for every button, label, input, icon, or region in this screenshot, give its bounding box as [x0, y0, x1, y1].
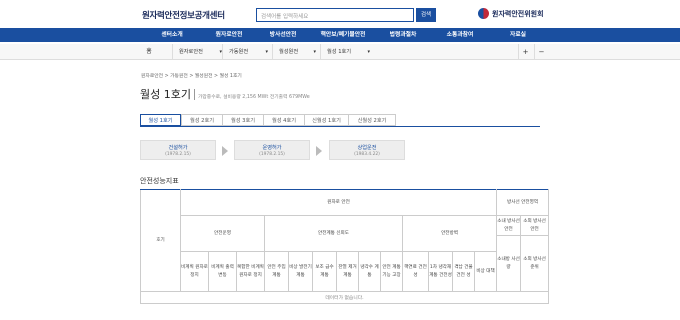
location-select-1[interactable]: 원자로안전 ▾: [172, 44, 226, 60]
home-icon[interactable]: 홈: [140, 44, 158, 60]
nav-item-data[interactable]: 자료실: [510, 28, 526, 42]
page-subtitle: 가압중수로, 설비용량 2,156 MWt 전기출력 679MWe: [197, 95, 310, 100]
sub-system-reliability: 안전계통 신뢰도: [264, 215, 403, 252]
nav-item-reactor[interactable]: 원자로안전: [216, 28, 243, 42]
site-header: 원자력안전정보공개센터 검색어를 입력하세요 검색 원자력안전위원회: [0, 0, 680, 28]
group-radiation: 방사선 안전영역: [496, 189, 550, 216]
col-unplanned-scram: 비계획 원자로 정지: [180, 251, 209, 292]
col-unit: 호기: [140, 189, 181, 292]
col-system-failure: 안전 계통 기능 고장: [380, 251, 403, 292]
tab-wolsong-1[interactable]: 월성 1호기: [140, 114, 181, 126]
unit-tabs: 월성 1호기 월성 2호기 월성 3호기 월성 4호기 신월성 1호기 신월성 …: [140, 114, 396, 126]
step-commercial: 상업운전 (1983.4.22): [329, 140, 405, 160]
search-button[interactable]: 검색: [416, 8, 436, 22]
breadcrumb: 원자로안전 > 가동원전 > 월성원전 > 월성 1호기: [141, 74, 242, 79]
nav-item-center[interactable]: 센터소개: [161, 28, 182, 42]
step-construction: 건설허가 (1978.2.15): [140, 140, 216, 160]
sub-offsite-radiation: 소외 방사선 안전: [520, 215, 550, 236]
col-containment: 격납 건물 건전 성: [452, 251, 475, 292]
main-nav: 센터소개 원자로안전 방사선안전 핵안보/폐기물안전 법령과절차 소통과참여 자…: [0, 28, 680, 42]
group-reactor: 원자로 안전: [179, 189, 498, 216]
zoom-out-button[interactable]: −: [534, 44, 548, 60]
col-residual-heat: 잔열 제거 계통: [336, 251, 359, 292]
step-operation: 운영허가 (1978.2.15): [234, 140, 310, 160]
search-input[interactable]: 검색어를 입력하세요: [256, 8, 414, 22]
step-arrow-icon: [222, 146, 228, 156]
nav-item-security[interactable]: 핵안보/폐기물안전: [321, 28, 366, 42]
sub-safety-barrier: 안전방벽: [401, 215, 498, 252]
sub-onsite-radiation: 소내 방사선 안전: [496, 215, 522, 236]
sub-safe-operation: 안전운영: [180, 215, 265, 252]
col-aux-feedwater: 보조 급수 계통: [312, 251, 337, 292]
org-logo[interactable]: 원자력안전위원회: [478, 8, 544, 19]
location-bar: 홈 원자로안전 ▾ 가동원전 ▾ 월성원전 ▾ 월성 1호기 ▾ + −: [0, 44, 680, 60]
section-title: 안전성능지표: [140, 177, 179, 185]
location-select-2[interactable]: 가동원전 ▾: [222, 44, 272, 60]
col-emergency-generator: 비상 발전기 계통: [288, 251, 313, 292]
title-divider: [193, 89, 195, 100]
col-safety-injection: 안전 주입 계통: [264, 251, 289, 292]
step-arrow-icon: [316, 146, 322, 156]
safety-indicator-table: 호기 원자로 안전 방사선 안전영역 안전운영 안전계통 신뢰도 안전방벽 소내…: [139, 189, 550, 304]
nav-item-law[interactable]: 법령과절차: [390, 28, 417, 42]
tab-shin-wolsong-1[interactable]: 신월성 1호기: [304, 114, 348, 126]
tab-wolsong-2[interactable]: 월성 2호기: [181, 114, 222, 126]
tab-shin-wolsong-2[interactable]: 신월성 2호기: [348, 114, 396, 126]
col-fuel-integrity: 핵연료 건전성: [402, 251, 429, 292]
location-select-3[interactable]: 월성원전 ▾: [272, 44, 320, 60]
tab-wolsong-3[interactable]: 월성 3호기: [222, 114, 263, 126]
col-cooling-water: 냉각수 계통: [358, 251, 381, 292]
empty-message: 데이터가 없습니다.: [139, 291, 550, 304]
tab-underline: [140, 126, 540, 127]
col-offsite-level: 소외 방사선 준위: [520, 235, 550, 292]
tab-wolsong-4[interactable]: 월성 4호기: [263, 114, 304, 126]
nav-item-radiation[interactable]: 방사선안전: [270, 28, 297, 42]
col-primary-coolant: 1차 냉각재 계통 건전성: [428, 251, 453, 292]
col-onsite-dose: 소내방 사선량: [496, 235, 522, 292]
location-select-4[interactable]: 월성 1호기 ▾: [320, 44, 374, 60]
page-title-block: 월성 1호기가압중수로, 설비용량 2,156 MWt 전기출력 679MWe: [140, 86, 310, 102]
page-title: 월성 1호기: [140, 88, 191, 101]
col-emergency-plan: 비상 대책: [473, 251, 498, 292]
government-emblem-icon: [478, 8, 489, 19]
site-logo[interactable]: 원자력안전정보공개센터: [142, 9, 225, 21]
col-complex-scram: 복합한 비계획 원자로 정지: [236, 251, 265, 292]
col-unplanned-power-change: 비계획 출력 변동: [208, 251, 237, 292]
nav-item-comm[interactable]: 소통과참여: [447, 28, 474, 42]
zoom-in-button[interactable]: +: [518, 44, 532, 60]
org-name: 원자력안전위원회: [492, 9, 544, 18]
